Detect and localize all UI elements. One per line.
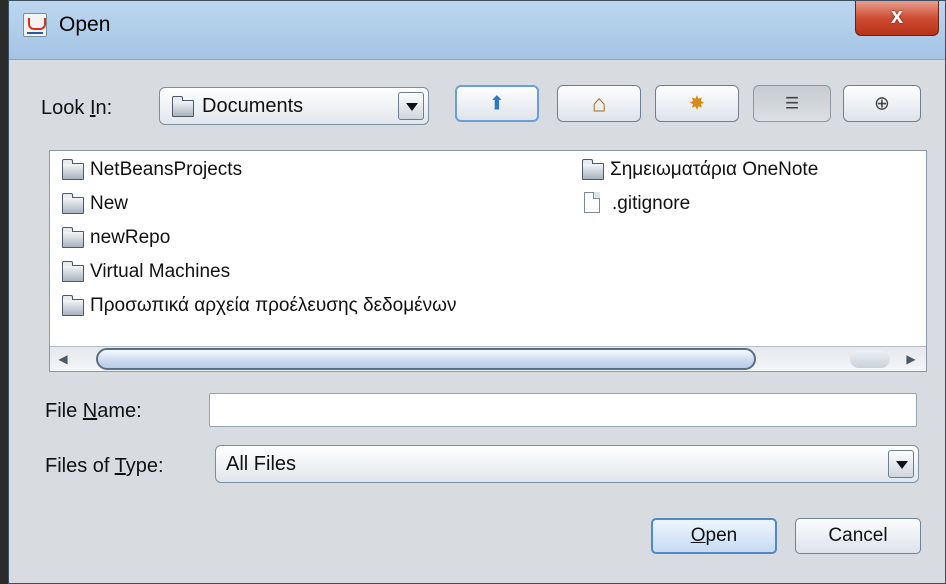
chevron-down-icon[interactable] xyxy=(398,92,424,120)
look-in-combo[interactable]: Documents xyxy=(159,87,429,125)
scroll-left-icon[interactable]: ◀ xyxy=(54,350,72,368)
cancel-button[interactable]: Cancel xyxy=(795,518,921,554)
folder-icon xyxy=(62,159,84,180)
look-in-label: Look In: xyxy=(41,97,113,119)
horizontal-scrollbar[interactable]: ◀ ▶ xyxy=(50,346,926,371)
folder-icon xyxy=(62,261,84,282)
folder-icon xyxy=(62,295,84,316)
folder-icon xyxy=(172,96,194,117)
file-type-selected: All Files xyxy=(226,453,297,475)
file-list[interactable]: NetBeansProjects New newRepo Virtual Mac… xyxy=(49,150,927,372)
folder-icon xyxy=(62,227,84,248)
folder-up-icon: ⬆ xyxy=(489,93,505,114)
file-icon xyxy=(584,192,600,213)
up-one-level-button[interactable]: ⬆ xyxy=(455,85,539,122)
details-view-button[interactable]: ⊕ xyxy=(843,85,921,122)
scroll-right-icon[interactable]: ▶ xyxy=(902,350,920,368)
file-name-input[interactable] xyxy=(209,393,917,427)
folder-icon xyxy=(582,159,604,180)
folder-icon xyxy=(62,193,84,214)
home-icon: ⌂ xyxy=(591,90,607,117)
scrollbar-track xyxy=(850,350,890,368)
look-in-selected: Documents xyxy=(202,95,304,117)
list-view-button[interactable]: ☰ xyxy=(753,85,831,122)
home-button[interactable]: ⌂ xyxy=(557,85,641,122)
open-button[interactable]: Open xyxy=(651,518,777,554)
file-name-label: File Name: xyxy=(45,400,142,422)
java-app-icon xyxy=(23,13,47,37)
open-dialog: Open x Look In: Documents ⬆ ⌂ ✸ ☰ ⊕ NetB… xyxy=(8,0,946,584)
details-view-icon: ⊕ xyxy=(874,93,890,114)
close-icon: x xyxy=(890,3,904,28)
title-bar[interactable]: Open x xyxy=(9,1,945,60)
dialog-content: Look In: Documents ⬆ ⌂ ✸ ☰ ⊕ NetBeansPro… xyxy=(9,60,945,583)
new-folder-button[interactable]: ✸ xyxy=(655,85,739,122)
scrollbar-thumb[interactable] xyxy=(96,348,756,370)
file-type-label: Files of Type: xyxy=(45,455,164,477)
list-view-icon: ☰ xyxy=(784,95,800,112)
new-folder-icon: ✸ xyxy=(689,93,705,114)
chevron-down-icon[interactable] xyxy=(888,450,914,478)
close-button[interactable]: x xyxy=(855,1,939,36)
window-title: Open xyxy=(59,13,111,36)
file-type-combo[interactable]: All Files xyxy=(215,445,919,483)
